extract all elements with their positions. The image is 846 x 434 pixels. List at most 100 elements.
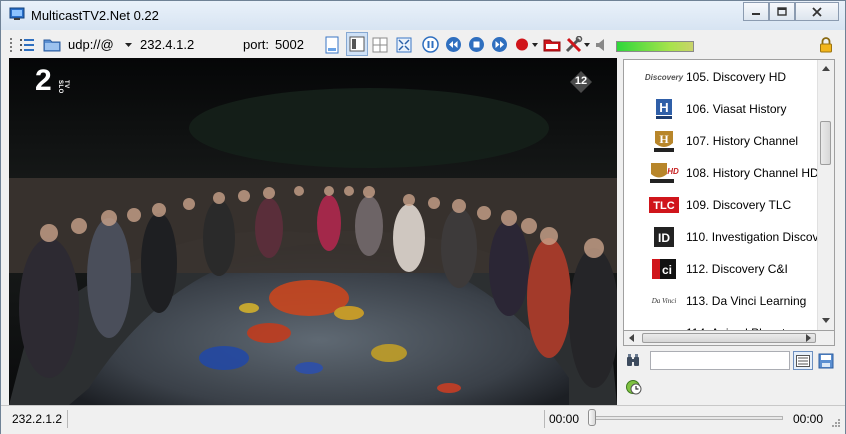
channel-list: Discovery 105. Discovery HD H 106. Viasa… [623, 59, 835, 346]
ci-icon: ci [652, 259, 676, 279]
channel-list-vertical-scrollbar[interactable] [817, 60, 834, 345]
history-shield-icon: H [654, 131, 674, 152]
save-list-button[interactable] [816, 351, 835, 370]
channel-item[interactable]: ID 110. Investigation Discovery [624, 221, 834, 253]
folder-icon [43, 39, 61, 51]
da-vinci-logo-text: Da Vinci [651, 297, 677, 305]
scroll-down-icon[interactable] [822, 318, 830, 323]
channel-item[interactable]: TLC 109. Discovery TLC [624, 189, 818, 221]
pause-icon [422, 36, 439, 53]
app-icon [9, 7, 25, 20]
horizontal-scroll-thumb[interactable] [642, 333, 816, 343]
title-bar: MulticastTV2.Net 0.22 [1, 1, 845, 30]
status-source-ip: 232.2.1.2 [12, 412, 63, 426]
clock-globe-icon [626, 380, 642, 395]
app-window: MulticastTV2.Net 0.22 udp://@ 232.4.1.2 … [0, 0, 846, 434]
split-view-icon [349, 36, 365, 52]
channel-item-label: 110. Investigation Discovery [686, 230, 835, 244]
single-view-button[interactable] [325, 31, 339, 58]
fast-forward-icon [492, 37, 507, 52]
close-button[interactable] [795, 2, 839, 21]
epg-button[interactable] [625, 378, 643, 399]
svg-text:H: H [659, 100, 668, 115]
protocol-value: udp://@ [68, 37, 114, 52]
page-view-icon [325, 36, 339, 53]
volume-button[interactable] [595, 31, 607, 58]
rewind-button[interactable] [445, 31, 462, 58]
channel-item[interactable]: HD 108. History Channel HD [624, 157, 819, 189]
age-rating-text: 12 [574, 75, 588, 87]
recordings-folder-button[interactable] [543, 31, 561, 58]
mosaic-view-button[interactable] [372, 31, 388, 58]
channel-list-horizontal-scrollbar[interactable] [623, 330, 835, 346]
stop-button[interactable] [468, 31, 485, 58]
id-icon: ID [654, 227, 674, 247]
svg-text:TLC: TLC [653, 200, 674, 212]
seek-bar[interactable] [591, 416, 783, 420]
grid-view-icon [372, 37, 388, 52]
lock-button[interactable] [819, 31, 833, 58]
channel-item[interactable]: H 107. History Channel [624, 125, 818, 157]
tlc-icon: TLC [649, 197, 679, 213]
svg-text:H: H [659, 132, 669, 146]
discovery-ci-logo: ci [648, 257, 680, 281]
history-hd-icon: HD [650, 163, 679, 183]
seek-thumb[interactable] [588, 409, 596, 426]
address-input[interactable]: 232.4.1.2 [140, 31, 194, 58]
chevron-down-icon [125, 42, 132, 47]
list-view-button[interactable] [793, 351, 813, 370]
channel-item-label: 106. Viasat History [686, 102, 787, 116]
channel-item[interactable]: Da Vinci 113. Da Vinci Learning [624, 285, 818, 317]
history-hd-logo: HD [648, 161, 680, 185]
split-view-button[interactable] [346, 32, 368, 56]
minimize-icon [752, 12, 760, 15]
tools-icon [565, 35, 590, 52]
channel-item[interactable]: Discovery 105. Discovery HD [624, 61, 818, 93]
maximize-icon [777, 7, 787, 16]
signal-level-meter [616, 41, 694, 52]
binoculars-icon [627, 354, 639, 366]
minimize-button[interactable] [743, 2, 769, 21]
close-icon [812, 6, 822, 17]
tlc-logo: TLC [648, 193, 680, 217]
scroll-right-icon[interactable] [806, 334, 811, 342]
channel-item[interactable]: H 106. Viasat History [624, 93, 818, 125]
fast-forward-button[interactable] [491, 31, 508, 58]
pause-button[interactable] [422, 31, 439, 58]
fullscreen-button[interactable] [396, 31, 412, 58]
binoculars-button[interactable] [626, 353, 640, 370]
video-player[interactable]: 2 TV SLO 12 [9, 58, 617, 405]
fullscreen-icon [396, 37, 412, 52]
discovery-hd-logo-text: Discovery [644, 72, 684, 82]
resize-grip-icon[interactable] [829, 418, 841, 430]
record-button[interactable] [515, 31, 539, 58]
list-view-icon [796, 354, 810, 367]
grip-icon [10, 37, 12, 52]
window-title: MulticastTV2.Net 0.22 [31, 8, 159, 23]
viasat-history-icon: H [656, 99, 672, 119]
rewind-icon [446, 37, 461, 52]
channel-item-label: 109. Discovery TLC [686, 198, 792, 212]
status-divider [544, 410, 545, 428]
toolbar: udp://@ 232.4.1.2 port: 5002 [7, 31, 839, 58]
scroll-left-icon[interactable] [629, 334, 634, 342]
discovery-hd-logo: Discovery [644, 65, 684, 89]
channel-item-label: 112. Discovery C&I [686, 262, 788, 276]
investigation-discovery-logo: ID [648, 225, 680, 249]
scroll-up-icon[interactable] [822, 66, 830, 71]
vertical-scroll-thumb[interactable] [820, 121, 831, 165]
channel-item[interactable]: ci 112. Discovery C&I [624, 253, 818, 285]
channel-list-button[interactable] [19, 31, 35, 58]
channel-logo-number: 2 [35, 64, 52, 97]
svg-text:ci: ci [662, 263, 672, 277]
port-input[interactable]: 5002 [275, 31, 304, 58]
numbered-list-icon [20, 38, 34, 51]
protocol-dropdown[interactable] [124, 31, 133, 58]
status-divider [67, 410, 68, 428]
tools-button[interactable] [565, 31, 591, 58]
open-folder-button[interactable] [43, 31, 61, 58]
channel-search-input[interactable] [650, 351, 790, 370]
history-channel-logo: H [648, 129, 680, 153]
maximize-button[interactable] [769, 2, 795, 21]
svg-text:ID: ID [658, 231, 670, 245]
